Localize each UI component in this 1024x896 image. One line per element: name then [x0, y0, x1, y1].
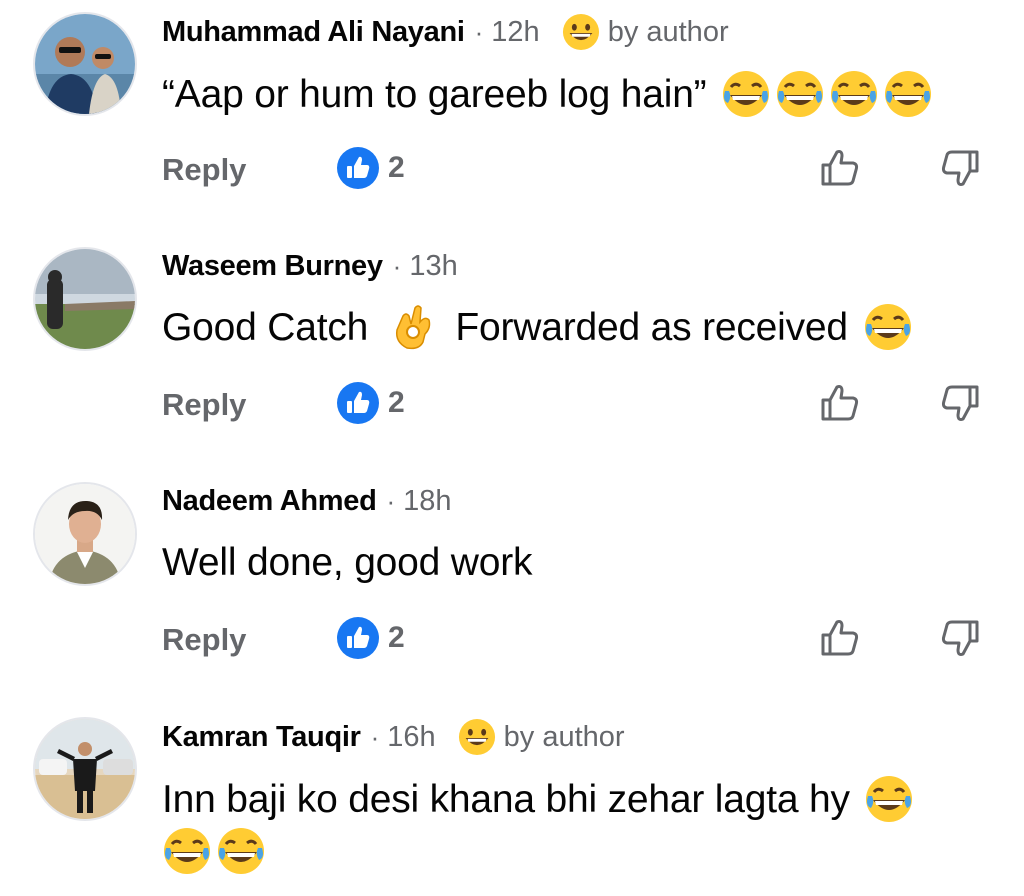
avatar[interactable]	[33, 717, 137, 821]
avatar[interactable]	[33, 12, 137, 116]
joy-icon	[864, 774, 914, 824]
grinning-face-icon	[458, 718, 495, 756]
comment-header: Kamran Tauqir · 16h by author	[162, 717, 625, 757]
avatar-photo	[35, 484, 135, 584]
like-badge-icon	[337, 147, 379, 189]
timestamp[interactable]: 18h	[403, 485, 451, 518]
joy-icon	[216, 826, 266, 876]
avatar-photo	[35, 14, 135, 114]
author-badge: by author	[458, 718, 625, 756]
author-badge: by author	[562, 13, 729, 51]
like-summary[interactable]: 2	[336, 146, 405, 190]
joy-icon	[721, 69, 771, 119]
author-name[interactable]: Kamran Tauqir	[162, 721, 361, 754]
comment-header: Muhammad Ali Nayani · 12h by author	[162, 12, 729, 52]
avatar-photo	[35, 719, 135, 819]
separator-dot: ·	[370, 721, 380, 752]
avatar[interactable]	[33, 482, 137, 586]
timestamp[interactable]: 16h	[387, 721, 435, 754]
comment-text: Good Catch Forwarded as received	[162, 302, 913, 354]
timestamp[interactable]: 12h	[491, 16, 539, 49]
like-count: 2	[388, 386, 405, 419]
like-count: 2	[388, 621, 405, 654]
upvote-icon[interactable]	[818, 381, 862, 425]
reply-button[interactable]: Reply	[162, 387, 246, 423]
comment-body: Well done, good work	[162, 541, 533, 584]
comment-text-line2	[162, 826, 270, 881]
joy-icon	[829, 69, 879, 119]
comment-body: “Aap or hum to gareeb log hain”	[162, 73, 707, 116]
reply-button[interactable]: Reply	[162, 622, 246, 658]
separator-dot: ·	[392, 250, 402, 281]
downvote-icon[interactable]	[938, 381, 982, 425]
like-summary[interactable]: 2	[336, 616, 405, 660]
author-name[interactable]: Muhammad Ali Nayani	[162, 16, 465, 49]
reply-button[interactable]: Reply	[162, 152, 246, 188]
badge-label: by author	[607, 15, 729, 48]
like-badge-icon	[337, 617, 379, 659]
comment-actions: Reply 2	[162, 381, 982, 431]
separator-dot: ·	[386, 485, 396, 516]
downvote-icon[interactable]	[938, 146, 982, 190]
upvote-icon[interactable]	[818, 146, 862, 190]
like-summary[interactable]: 2	[336, 381, 405, 425]
comment-text: Well done, good work	[162, 537, 533, 589]
comment-body-continued: Forwarded as received	[455, 306, 848, 349]
author-name[interactable]: Waseem Burney	[162, 250, 383, 283]
upvote-icon[interactable]	[818, 616, 862, 660]
comment-body: Good Catch	[162, 306, 369, 349]
comment-header: Waseem Burney · 13h	[162, 246, 458, 286]
joy-icon	[775, 69, 825, 119]
badge-label: by author	[503, 720, 625, 753]
separator-dot: ·	[474, 16, 484, 47]
joy-icon	[162, 826, 212, 876]
author-name[interactable]: Nadeem Ahmed	[162, 485, 377, 518]
comment-text: “Aap or hum to gareeb log hain”	[162, 69, 933, 121]
like-badge-icon	[337, 382, 379, 424]
timestamp[interactable]: 13h	[409, 250, 457, 283]
comments-feed: Muhammad Ali Nayani · 12h by author “Aap…	[0, 0, 1024, 896]
avatar[interactable]	[33, 247, 137, 351]
joy-icon	[863, 302, 913, 352]
grinning-face-icon	[562, 13, 599, 51]
downvote-icon[interactable]	[938, 616, 982, 660]
comment-text: Inn baji ko desi khana bhi zehar lagta h…	[162, 774, 914, 826]
avatar-photo	[35, 249, 135, 349]
like-count: 2	[388, 151, 405, 184]
joy-icon	[883, 69, 933, 119]
ok-hand-icon	[389, 302, 439, 352]
comment-actions: Reply 2	[162, 616, 982, 666]
comment-body: Inn baji ko desi khana bhi zehar lagta h…	[162, 778, 850, 821]
comment-header: Nadeem Ahmed · 18h	[162, 481, 452, 521]
comment-actions: Reply 2	[162, 146, 982, 196]
